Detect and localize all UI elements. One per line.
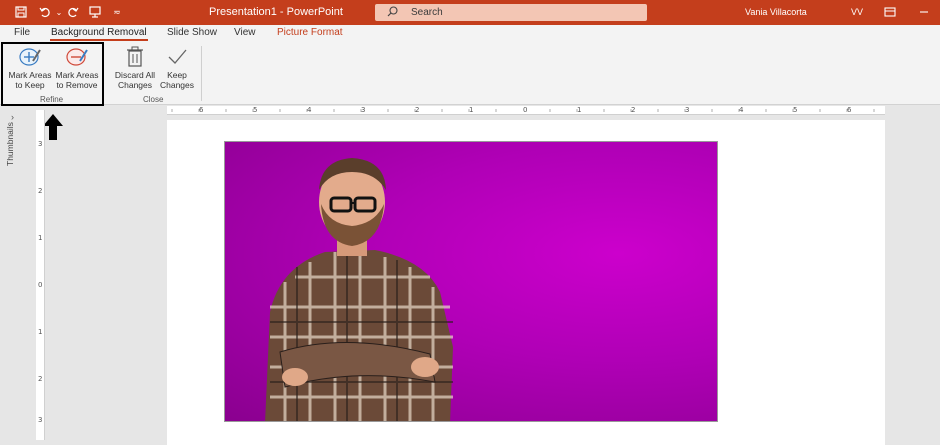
refine-highlight-box <box>1 42 104 106</box>
keep-label-1: Keep <box>167 70 187 80</box>
active-tab-indicator <box>50 39 148 41</box>
ruler-mark: 0 <box>38 281 43 289</box>
redo-icon[interactable] <box>66 5 80 19</box>
user-avatar[interactable]: VV <box>851 7 863 17</box>
ruler-mark: 5 <box>793 106 798 114</box>
keep-label-2: Changes <box>159 80 195 90</box>
ruler-mark: 2 <box>38 187 43 195</box>
ribbon: Mark Areas to Keep Mark Areas to Remove … <box>0 43 940 105</box>
discard-label-2: Changes <box>117 80 153 90</box>
close-group-label: Close <box>143 95 164 104</box>
ruler-mark: 3 <box>361 106 366 114</box>
minimize-icon[interactable] <box>917 5 931 19</box>
trash-icon <box>127 46 143 67</box>
up-arrow-icon <box>43 114 63 140</box>
tab-background-removal[interactable]: Background Removal <box>51 27 147 38</box>
ruler-mark: 4 <box>307 106 312 114</box>
person-photo-icon <box>265 158 453 421</box>
ruler-mark: 0 <box>523 106 528 114</box>
title-bar: ⌄ ≂ Presentation1 - PowerPoint Search Va… <box>0 0 940 25</box>
search-placeholder: Search <box>411 7 443 18</box>
ribbon-group-separator <box>201 46 202 101</box>
ruler-mark: 1 <box>577 106 582 114</box>
checkmark-icon <box>168 49 187 64</box>
customize-quick-access-icon[interactable]: ≂ <box>110 5 124 19</box>
tab-file[interactable]: File <box>14 27 30 38</box>
undo-dropdown-icon[interactable]: ⌄ <box>52 5 66 19</box>
search-input[interactable]: Search <box>375 4 647 21</box>
ruler-mark: 1 <box>469 106 474 114</box>
ruler-mark: 5 <box>253 106 258 114</box>
ruler-mark: 3 <box>38 416 43 424</box>
slide-picture[interactable] <box>224 141 718 422</box>
tab-picture-format[interactable]: Picture Format <box>277 27 343 38</box>
ruler-mark: 6 <box>199 106 204 114</box>
ruler-mark: 3 <box>685 106 690 114</box>
ruler-mark: 1 <box>38 234 43 242</box>
vertical-ruler: 3 2 1 0 1 2 3 <box>36 110 45 440</box>
ribbon-display-options-icon[interactable] <box>883 5 897 19</box>
present-from-beginning-icon[interactable] <box>88 5 102 19</box>
discard-label-1: Discard All <box>114 70 156 80</box>
document-title: Presentation1 - PowerPoint <box>209 6 343 18</box>
undo-icon[interactable] <box>38 5 52 19</box>
ruler-mark: 4 <box>739 106 744 114</box>
search-icon <box>387 6 398 20</box>
ruler-mark: 2 <box>38 375 43 383</box>
ruler-mark: 2 <box>631 106 636 114</box>
save-icon[interactable] <box>14 5 28 19</box>
thumbnails-label: Thumbnails <box>5 122 15 166</box>
tab-slide-show[interactable]: Slide Show <box>167 27 217 38</box>
keep-changes-button[interactable]: Keep Changes <box>156 46 198 90</box>
ruler-mark: 2 <box>415 106 420 114</box>
ruler-mark: 3 <box>38 140 43 148</box>
horizontal-ruler: 6 5 4 3 2 1 0 1 2 3 4 5 6 <box>167 106 885 115</box>
ribbon-tab-bar: File Background Removal Slide Show View … <box>0 25 940 43</box>
discard-all-changes-button[interactable]: Discard All Changes <box>112 46 158 90</box>
expand-thumbnails-icon[interactable]: › <box>11 112 14 122</box>
ruler-mark: 6 <box>847 106 852 114</box>
ruler-mark: 1 <box>38 328 43 336</box>
tab-view[interactable]: View <box>234 27 256 38</box>
user-name[interactable]: Vania Villacorta <box>745 7 807 17</box>
